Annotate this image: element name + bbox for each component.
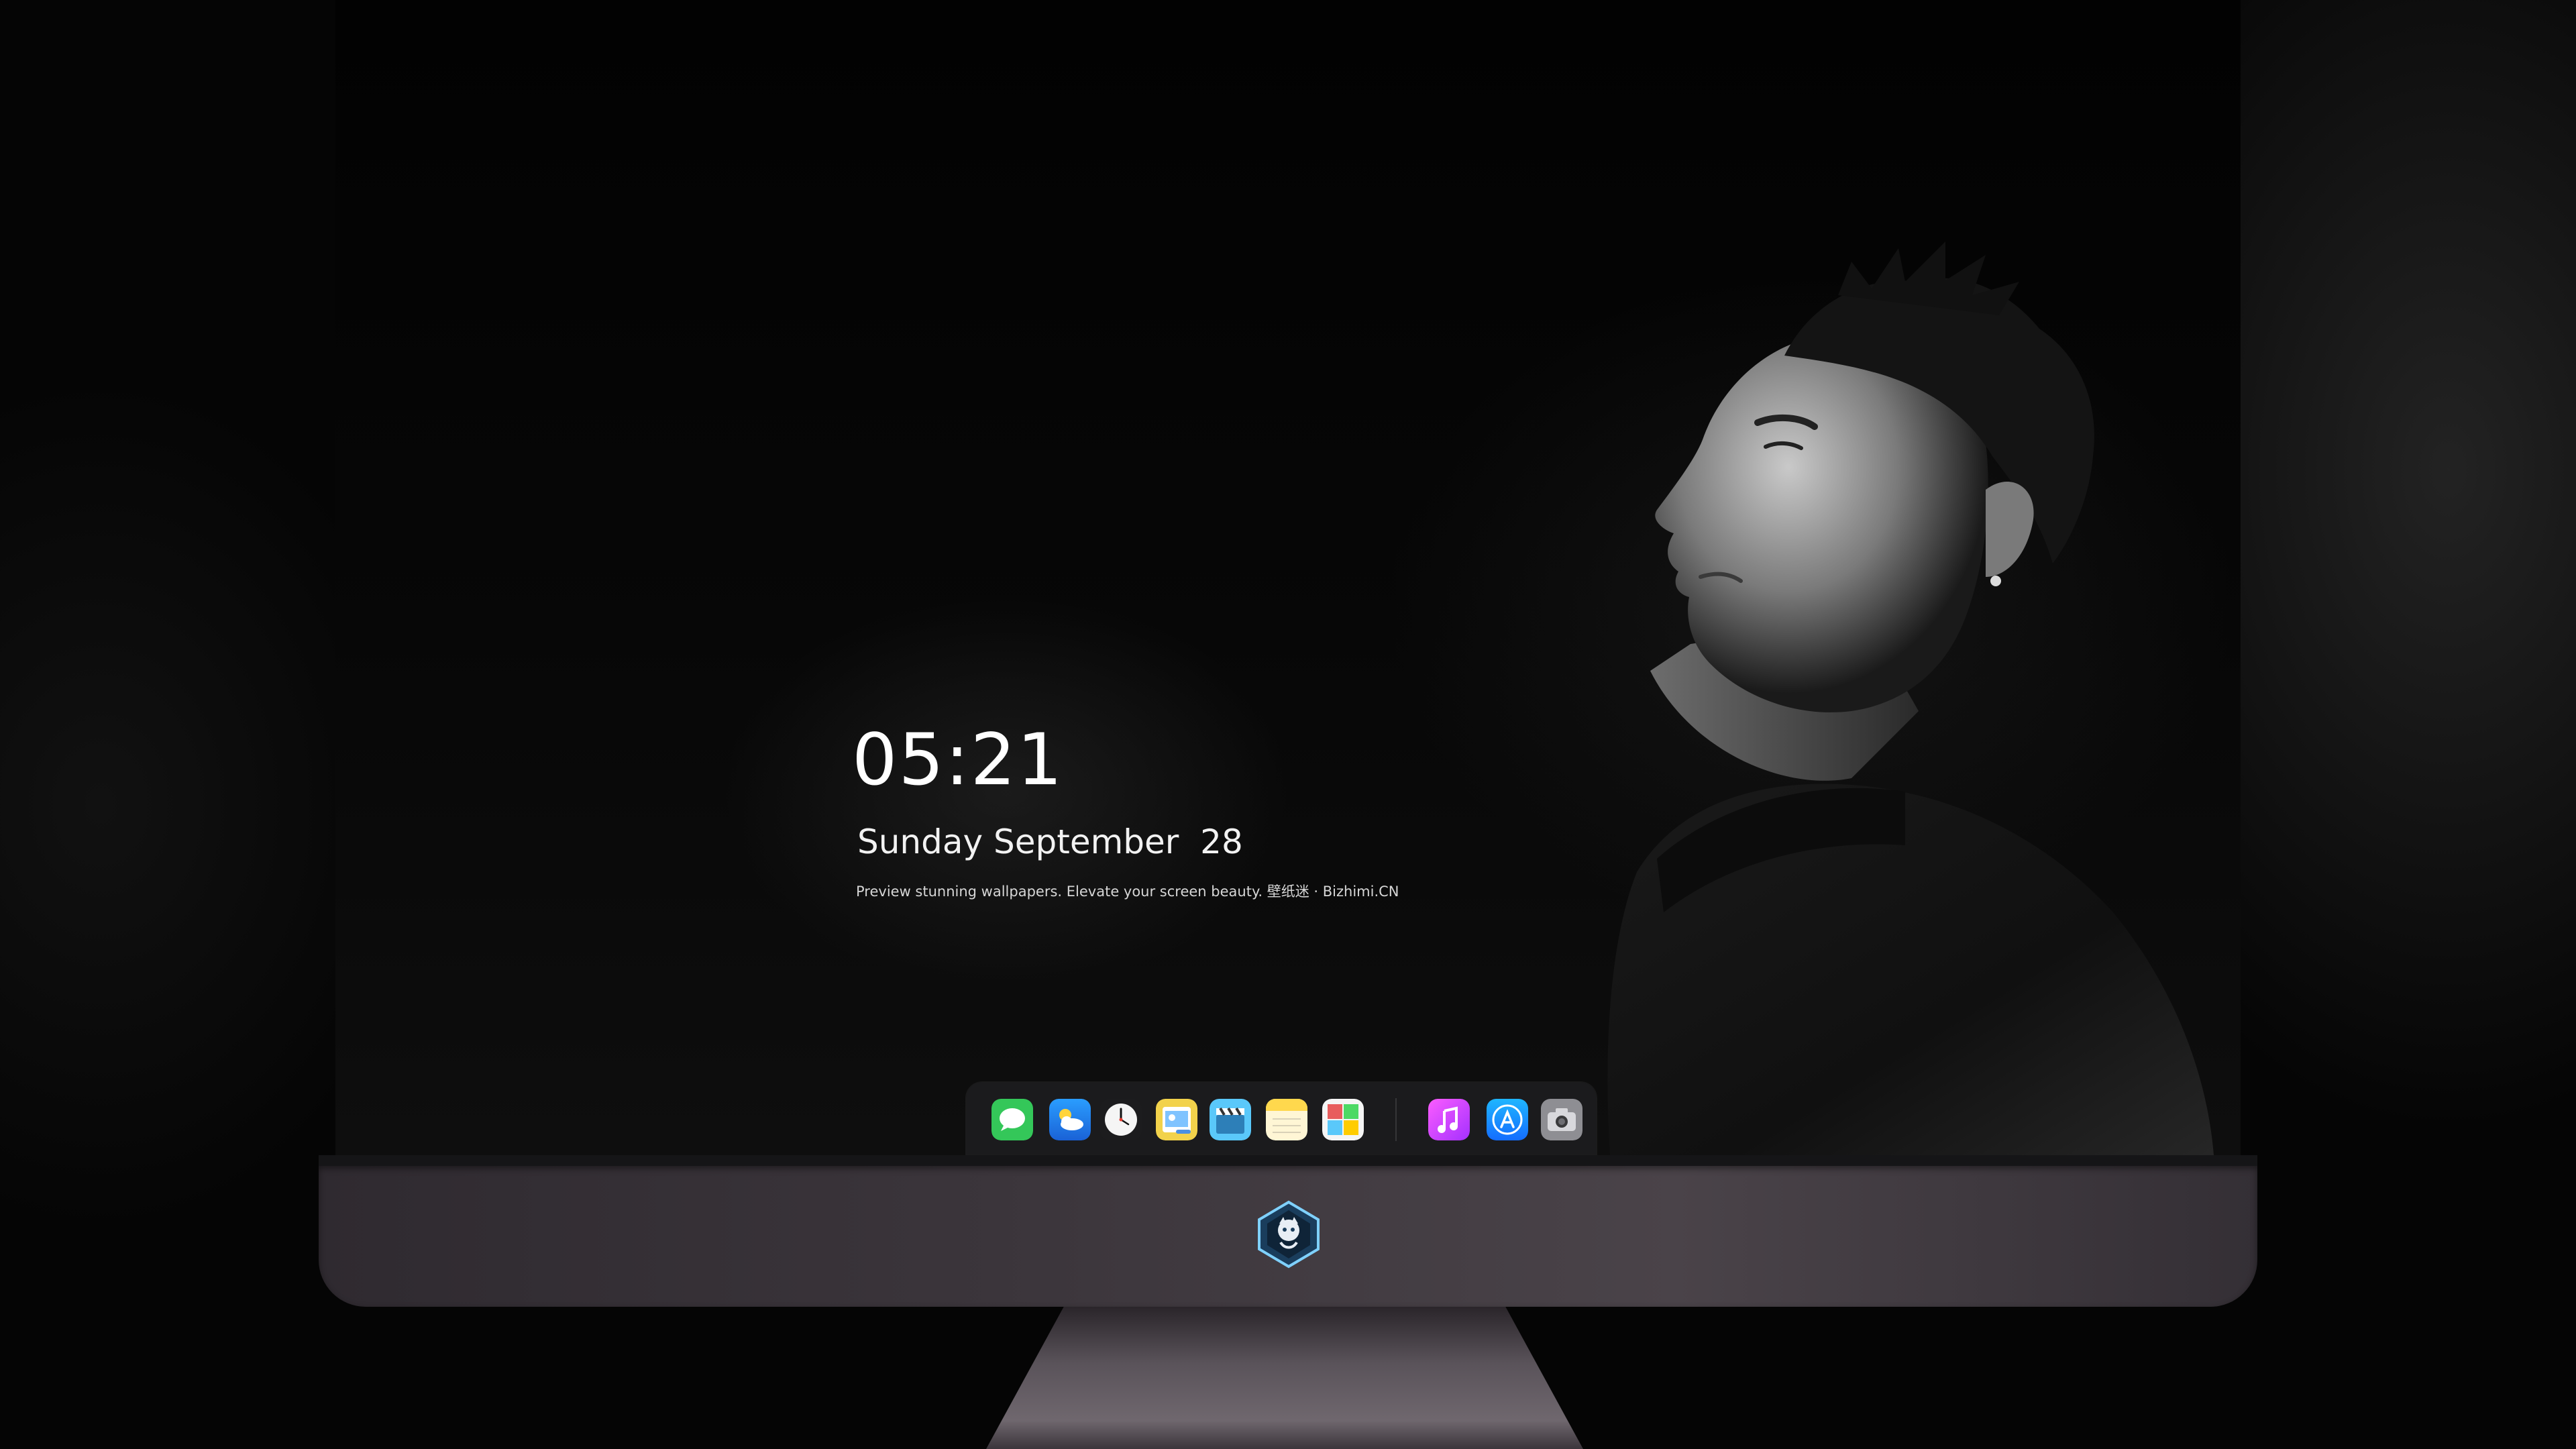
preview-icon[interactable]	[1156, 1099, 1197, 1140]
camera-icon[interactable]	[1541, 1099, 1582, 1140]
dock-divider	[1395, 1098, 1397, 1141]
lockscreen-time: 05:21	[852, 718, 1064, 801]
monitor-bezel	[319, 1155, 2257, 1166]
wallpaper-portrait	[1607, 241, 2214, 1155]
app-store-icon[interactable]	[1487, 1099, 1528, 1140]
monitor-stand	[986, 1307, 1583, 1449]
music-note-icon[interactable]	[1428, 1099, 1470, 1140]
weather-icon[interactable]	[1049, 1099, 1091, 1140]
lockscreen-tagline: Preview stunning wallpapers. Elevate you…	[856, 883, 1399, 900]
monitor-screen: 05:21 Sunday September 28 Preview stunni…	[335, 0, 2241, 1155]
notes-icon[interactable]	[1266, 1099, 1307, 1140]
clapperboard-icon[interactable]	[1210, 1099, 1251, 1140]
brand-logo-icon	[1258, 1200, 1320, 1269]
messages-icon[interactable]	[991, 1099, 1033, 1140]
clock-icon[interactable]	[1100, 1099, 1142, 1140]
photo-grid-icon[interactable]	[1322, 1099, 1364, 1140]
desktop-scene: 05:21 Sunday September 28 Preview stunni…	[0, 0, 2576, 1449]
lockscreen-date: Sunday September 28	[857, 822, 1243, 861]
dock	[966, 1082, 1597, 1155]
